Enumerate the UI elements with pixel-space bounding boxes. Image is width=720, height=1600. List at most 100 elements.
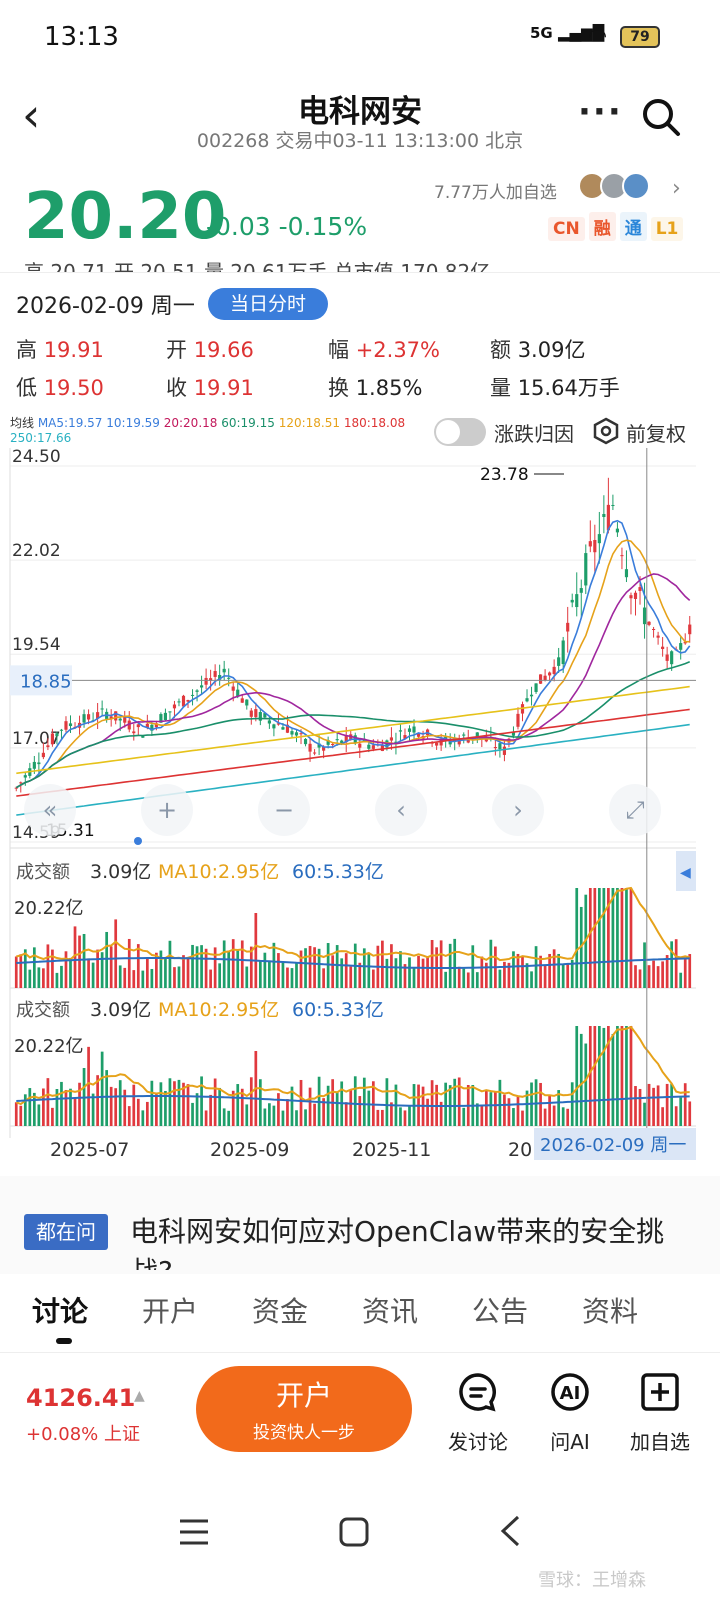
volume-bar [462, 968, 466, 988]
index-change[interactable]: +0.08% 上证 [26, 1420, 140, 1446]
followers-count[interactable]: 7.77万人加自选 [434, 178, 557, 203]
volume-bar [91, 1093, 95, 1126]
volume-bar [489, 939, 493, 988]
volume-bar [200, 945, 203, 988]
volume-bar [362, 1077, 366, 1126]
ma-legend-item: MA5:19.57 [37, 416, 107, 430]
candle-body [281, 727, 285, 730]
attribution-toggle[interactable] [434, 418, 486, 446]
volume-bar [412, 966, 416, 988]
tab-1[interactable]: 开户 [142, 1290, 198, 1330]
candle-body [651, 628, 656, 630]
volume-bar [186, 958, 190, 988]
candle-body [579, 588, 583, 593]
volume-bar [263, 1108, 267, 1126]
volume-bar [507, 1098, 511, 1126]
volume-bar [575, 888, 579, 988]
open-account-button[interactable]: 开户 投资快人一步 [196, 1366, 412, 1452]
volume-bar [69, 957, 72, 988]
volume-bar [353, 1076, 357, 1126]
volume-bar [552, 949, 556, 988]
ma-legend-item: 60:19.15 [221, 416, 279, 430]
volume-bar [145, 958, 149, 988]
kline-field: 收 19.91 [166, 376, 254, 400]
candle-body [575, 594, 579, 608]
volume-bar [191, 1102, 194, 1126]
candle-body [136, 724, 140, 728]
watermark: 雪球：王增森 [538, 1570, 646, 1591]
tab-2[interactable]: 资金 [252, 1290, 308, 1330]
candle-body [525, 698, 529, 702]
add-watchlist-button[interactable]: 加自选 [620, 1372, 700, 1455]
volume-bar [498, 969, 502, 988]
tab-0[interactable]: 讨论 [32, 1290, 88, 1330]
back-nav-icon[interactable] [498, 1514, 522, 1548]
ask-ai-button[interactable]: AI 问AI [530, 1372, 610, 1455]
index-value[interactable]: 4126.41 [26, 1384, 135, 1412]
candle-body [358, 743, 362, 748]
chart-control-icon: + [157, 796, 177, 824]
volume-bar [123, 1089, 127, 1126]
candle-body [312, 752, 317, 754]
question-text[interactable]: 电科网安如何应对OpenClaw带来的安全挑战? [130, 1212, 690, 1270]
volume-bar [625, 1026, 628, 1126]
volume-ma10: MA10:2.95亿 [158, 999, 279, 1021]
volume-bar [597, 888, 601, 988]
volume-bar [304, 948, 307, 988]
candle-body [529, 694, 534, 697]
adjust-icon[interactable] [592, 417, 620, 445]
volume-bar [588, 1026, 592, 1126]
candle-body [168, 711, 172, 713]
volume-bar [475, 972, 479, 988]
tab-4[interactable]: 公告 [472, 1290, 528, 1330]
chart-control-icon: ⤢ [625, 796, 644, 824]
ma-line-180 [16, 708, 690, 797]
tab-5[interactable]: 资料 [582, 1290, 638, 1330]
volume-bar [358, 1096, 362, 1126]
attribution-label: 涨跌归因 [494, 422, 574, 446]
follower-avatars[interactable] [578, 172, 670, 202]
adjust-label[interactable]: 前复权 [626, 418, 686, 447]
volume-bar [55, 972, 59, 988]
volume-bar [543, 1108, 547, 1126]
volume-bar [652, 1087, 655, 1126]
volume-bar [616, 888, 619, 988]
discuss-button[interactable]: 发讨论 [438, 1372, 518, 1455]
kline-chart[interactable]: 24.5022.0219.5417.0714.59 18.8523.7815.3… [0, 448, 720, 1168]
volume-value: 3.09亿 [90, 861, 151, 883]
candle-body [407, 728, 412, 732]
volume-bar [566, 1108, 570, 1126]
volume-bar [408, 1105, 411, 1126]
volume-bar [670, 1083, 674, 1126]
volume-bar [28, 969, 32, 988]
volume-bar [593, 1026, 597, 1126]
volume-ma10-line [16, 886, 690, 962]
volume-bar [46, 944, 50, 988]
candle-body [398, 730, 403, 732]
menu-icon[interactable] [178, 1518, 210, 1546]
candle-body [46, 745, 50, 748]
volume-bar [647, 1083, 651, 1126]
candle-body [245, 699, 249, 706]
volume-bar [674, 1106, 678, 1126]
candle-body [389, 737, 394, 741]
tab-3[interactable]: 资讯 [362, 1290, 418, 1330]
status-time: 13:13 [44, 22, 119, 52]
volume-bar [665, 1083, 669, 1126]
candle-body [227, 677, 231, 679]
candle-body [602, 513, 606, 518]
chevron-right-icon[interactable]: › [672, 176, 681, 201]
triangle-up-icon: ▲ [134, 1388, 145, 1404]
intraday-button[interactable]: 当日分时 [208, 288, 328, 320]
volume-bar [218, 963, 222, 988]
volume-bar [344, 953, 348, 988]
ma-legend-item: 均线 [10, 416, 38, 430]
candle-body [335, 739, 339, 741]
volume-bar [453, 938, 457, 988]
search-icon[interactable] [640, 96, 682, 138]
candle-body [557, 657, 561, 666]
home-icon[interactable] [338, 1516, 370, 1548]
volume-bar [245, 966, 249, 988]
volume-panel-title: 成交额 [16, 862, 70, 883]
more-button[interactable]: ··· [578, 92, 623, 132]
